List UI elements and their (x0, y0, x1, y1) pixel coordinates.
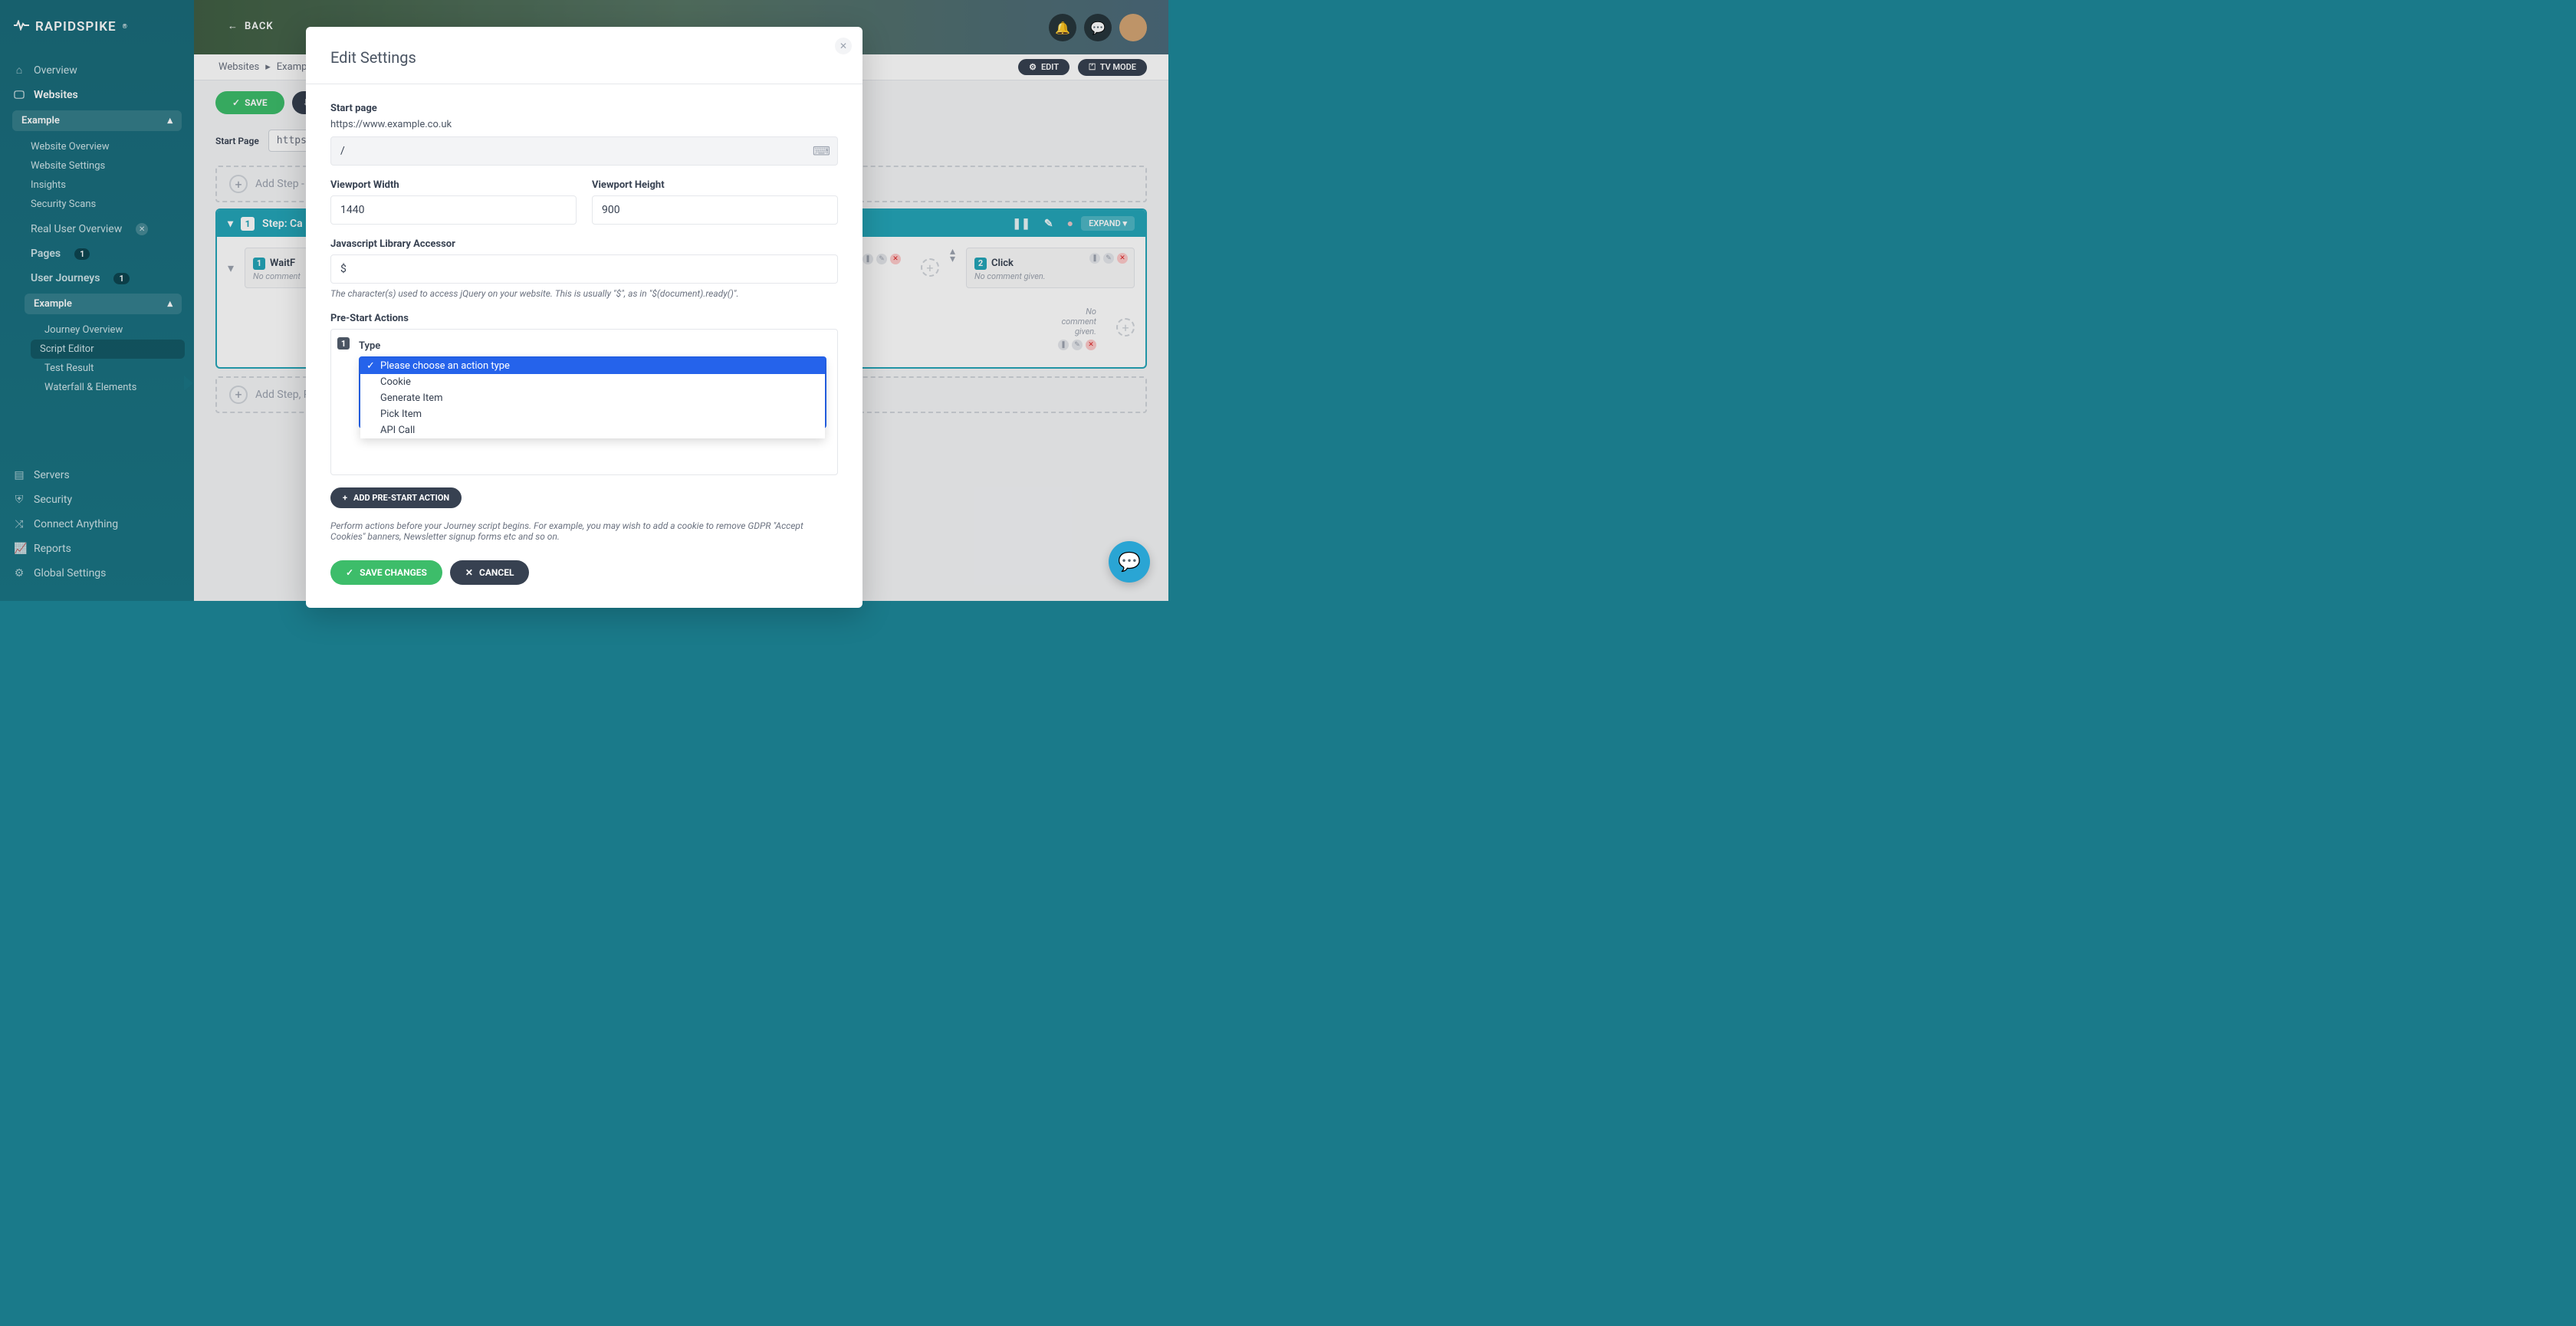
dropdown-option-placeholder[interactable]: Please choose an action type (360, 358, 825, 374)
js-accessor-input[interactable] (330, 254, 838, 284)
save-changes-button[interactable]: ✓SAVE CHANGES (330, 560, 442, 585)
dropdown-option-pick[interactable]: Pick Item (360, 406, 825, 422)
viewport-height-label: Viewport Height (592, 179, 838, 191)
js-accessor-label: Javascript Library Accessor (330, 238, 838, 250)
prestart-number: 1 (337, 337, 350, 350)
chat-widget[interactable]: 💬 (1109, 541, 1150, 583)
modal-title: Edit Settings (330, 48, 838, 67)
check-icon: ✓ (346, 567, 353, 578)
prestart-label: Pre-Start Actions (330, 313, 838, 324)
prestart-action-box: 1 Type Please choose an action type Cook… (330, 329, 838, 475)
viewport-width-label: Viewport Width (330, 179, 577, 191)
dropdown-option-api[interactable]: API Call (360, 422, 825, 438)
close-icon: ✕ (465, 567, 473, 578)
edit-settings-modal: ✕ Edit Settings Start page https://www.e… (306, 27, 863, 608)
dropdown-option-cookie[interactable]: Cookie (360, 374, 825, 390)
keyboard-icon[interactable]: ⌨ (813, 144, 830, 159)
start-page-label: Start page (330, 103, 838, 114)
js-accessor-help: The character(s) used to access jQuery o… (330, 288, 838, 299)
add-prestart-button[interactable]: +ADD PRE-START ACTION (330, 487, 462, 508)
viewport-width-input[interactable] (330, 195, 577, 225)
modal-close-button[interactable]: ✕ (835, 38, 852, 54)
start-page-url: https://www.example.co.uk (330, 119, 838, 130)
type-dropdown-list: Please choose an action type Cookie Gene… (360, 358, 825, 438)
viewport-height-input[interactable] (592, 195, 838, 225)
cancel-button[interactable]: ✕CANCEL (450, 560, 530, 585)
dropdown-option-generate[interactable]: Generate Item (360, 390, 825, 406)
plus-icon: + (343, 493, 347, 503)
chat-icon: 💬 (1118, 551, 1141, 573)
type-select[interactable]: Please choose an action type Cookie Gene… (359, 356, 826, 428)
start-page-input[interactable] (330, 136, 838, 166)
prestart-help: Perform actions before your Journey scri… (330, 520, 838, 542)
type-label: Type (359, 340, 826, 352)
close-icon: ✕ (840, 41, 847, 51)
